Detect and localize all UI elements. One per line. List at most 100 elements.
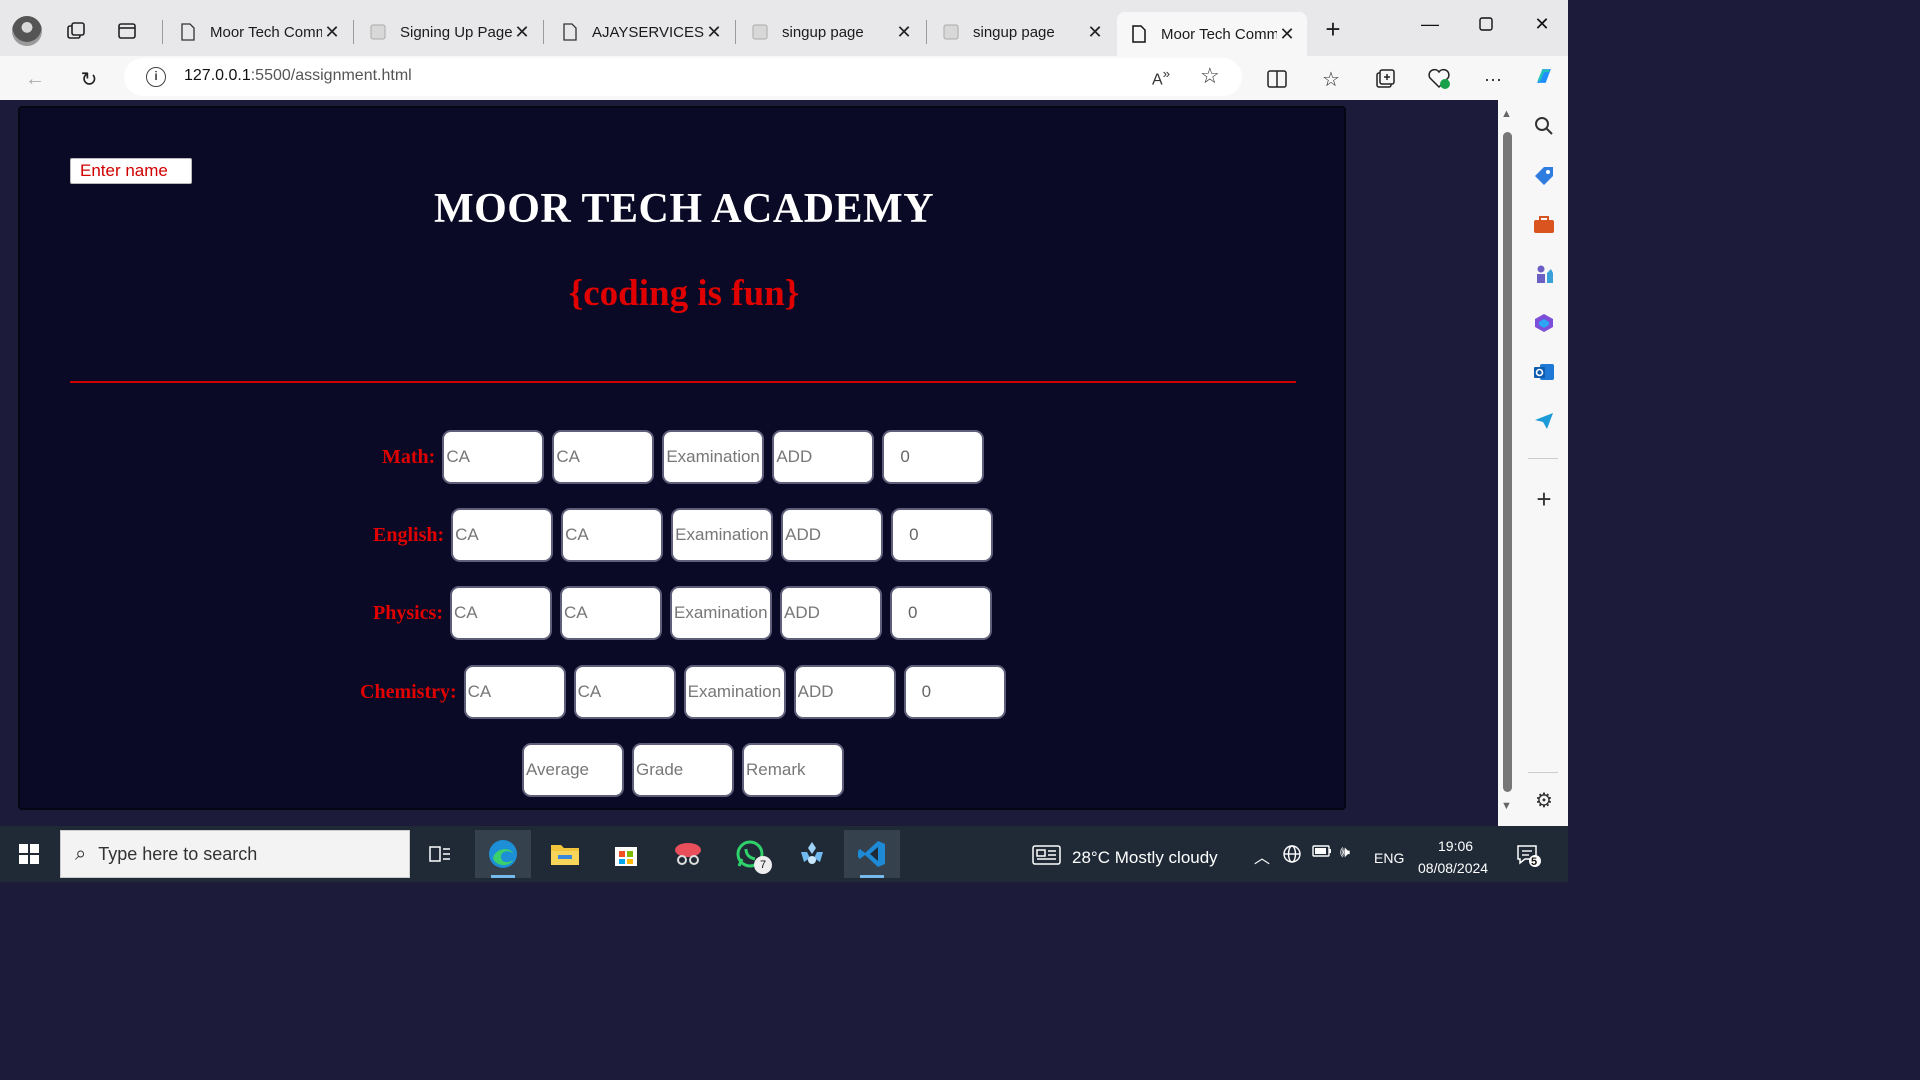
- task-view-icon[interactable]: [412, 830, 468, 878]
- ca1-input[interactable]: [450, 586, 552, 640]
- subject-label: Math:: [382, 445, 436, 468]
- search-icon[interactable]: [1532, 114, 1556, 138]
- game-controller-icon[interactable]: [784, 830, 840, 878]
- url-text[interactable]: 127.0.0.1:5500/assignment.html: [184, 67, 412, 85]
- games-chess-icon[interactable]: [1532, 262, 1556, 286]
- weather-text[interactable]: 28°C Mostly cloudy: [1072, 848, 1218, 868]
- taskbar-search-box[interactable]: ⌕ Type here to search: [60, 830, 410, 878]
- sidebar-divider: [1528, 458, 1558, 459]
- language-indicator[interactable]: ENG: [1374, 850, 1404, 866]
- workspaces-icon[interactable]: [64, 18, 90, 44]
- microsoft-365-icon[interactable]: [1532, 311, 1556, 335]
- close-tab-icon[interactable]: ✕: [1277, 24, 1297, 45]
- read-aloud-icon[interactable]: A»: [1152, 66, 1170, 89]
- total-input[interactable]: [903, 665, 1006, 719]
- favorites-icon[interactable]: ☆: [1316, 64, 1346, 94]
- close-tab-icon[interactable]: ✕: [512, 22, 532, 43]
- copilot-icon[interactable]: [1532, 64, 1556, 88]
- send-icon[interactable]: [1532, 409, 1556, 433]
- edge-taskbar-icon[interactable]: [475, 830, 531, 878]
- tab-2[interactable]: AJAYSERVICES ✕: [548, 12, 734, 52]
- grade-input[interactable]: [632, 743, 734, 797]
- show-hidden-icons-chevron-icon[interactable]: ︿: [1254, 844, 1270, 868]
- add-input[interactable]: [780, 586, 882, 640]
- profile-avatar[interactable]: [12, 16, 42, 46]
- notification-center-icon[interactable]: 5: [1516, 844, 1542, 873]
- microsoft-store-icon[interactable]: [598, 830, 654, 878]
- whatsapp-icon[interactable]: 7: [722, 830, 778, 878]
- ca1-input[interactable]: [463, 665, 566, 719]
- clock-date[interactable]: 08/08/2024: [1418, 860, 1488, 876]
- outlook-icon[interactable]: [1532, 360, 1556, 384]
- scroll-down-icon[interactable]: ▼: [1501, 800, 1512, 812]
- shopping-tag-icon[interactable]: [1532, 164, 1556, 188]
- clock-time[interactable]: 19:06: [1438, 838, 1473, 854]
- scrollbar-thumb[interactable]: [1503, 132, 1512, 792]
- ca1-input[interactable]: [442, 430, 545, 484]
- address-bar[interactable]: i 127.0.0.1:5500/assignment.html A» ☆: [124, 58, 1242, 96]
- ca2-input[interactable]: [552, 430, 655, 484]
- tab-5-active[interactable]: Moor Tech Comm ✕: [1117, 12, 1307, 56]
- tools-briefcase-icon[interactable]: [1532, 213, 1556, 237]
- scroll-up-icon[interactable]: ▲: [1501, 108, 1512, 120]
- favorite-star-icon[interactable]: ☆: [1200, 63, 1220, 89]
- weather-widget-icon[interactable]: [1032, 844, 1062, 871]
- back-icon[interactable]: ←: [20, 64, 50, 94]
- ca2-input[interactable]: [560, 586, 662, 640]
- exam-input[interactable]: [683, 665, 786, 719]
- remark-input[interactable]: [742, 743, 844, 797]
- title-divider: [70, 381, 1296, 383]
- tab-1[interactable]: Signing Up Page ✕: [356, 12, 542, 52]
- name-input[interactable]: [70, 158, 192, 184]
- ca1-input[interactable]: [451, 508, 554, 562]
- split-screen-icon[interactable]: [1262, 64, 1292, 94]
- network-globe-icon[interactable]: [1282, 844, 1302, 869]
- start-button[interactable]: [0, 826, 58, 882]
- volume-speaker-icon[interactable]: 🕪: [1340, 844, 1350, 862]
- average-input[interactable]: [522, 743, 624, 797]
- close-tab-icon[interactable]: ✕: [704, 22, 724, 43]
- vscode-icon[interactable]: [844, 830, 900, 878]
- total-input[interactable]: [890, 586, 992, 640]
- more-options-icon[interactable]: ···: [1478, 64, 1508, 94]
- page-scrollbar[interactable]: ▲ ▼: [1498, 100, 1518, 826]
- close-tab-icon[interactable]: ✕: [1085, 22, 1105, 43]
- edge-sidebar: + ⚙: [1518, 56, 1568, 826]
- maximize-icon[interactable]: [1466, 10, 1506, 38]
- close-tab-icon[interactable]: ✕: [322, 22, 342, 43]
- exam-input[interactable]: [670, 586, 772, 640]
- tab-4[interactable]: singup page ✕: [929, 12, 1115, 52]
- snipping-tool-icon[interactable]: [660, 830, 716, 878]
- exam-input[interactable]: [671, 508, 774, 562]
- windows-logo-icon: [19, 844, 39, 864]
- settings-gear-icon[interactable]: ⚙: [1532, 788, 1556, 812]
- add-input[interactable]: [772, 430, 875, 484]
- total-input[interactable]: [882, 430, 985, 484]
- total-input[interactable]: [891, 508, 994, 562]
- file-explorer-icon[interactable]: [537, 830, 593, 878]
- minimize-icon[interactable]: —: [1410, 10, 1450, 38]
- new-tab-icon[interactable]: +: [1320, 14, 1346, 44]
- tab-0[interactable]: Moor Tech Comm ✕: [166, 12, 352, 52]
- page-icon: [1131, 25, 1147, 43]
- add-input[interactable]: [781, 508, 884, 562]
- ca2-input[interactable]: [573, 665, 676, 719]
- url-path: :5500/assignment.html: [250, 67, 412, 84]
- taskbar-search-placeholder: Type here to search: [98, 843, 258, 864]
- tab-actions-icon[interactable]: [114, 18, 140, 44]
- add-input[interactable]: [793, 665, 896, 719]
- refresh-icon[interactable]: ↻: [74, 64, 104, 94]
- exam-input[interactable]: [662, 430, 765, 484]
- tab-title: Moor Tech Comm: [210, 23, 322, 41]
- tab-title: AJAYSERVICES: [592, 23, 704, 41]
- tab-3[interactable]: singup page ✕: [738, 12, 924, 52]
- site-info-icon[interactable]: i: [146, 67, 166, 87]
- add-sidebar-app-icon[interactable]: +: [1532, 484, 1556, 514]
- close-window-icon[interactable]: ✕: [1522, 10, 1562, 38]
- browser-essentials-icon[interactable]: [1424, 64, 1454, 94]
- ca2-input[interactable]: [561, 508, 664, 562]
- battery-icon[interactable]: [1312, 844, 1332, 863]
- collections-icon[interactable]: [1370, 64, 1400, 94]
- search-icon: ⌕: [75, 842, 87, 865]
- close-tab-icon[interactable]: ✕: [894, 22, 914, 43]
